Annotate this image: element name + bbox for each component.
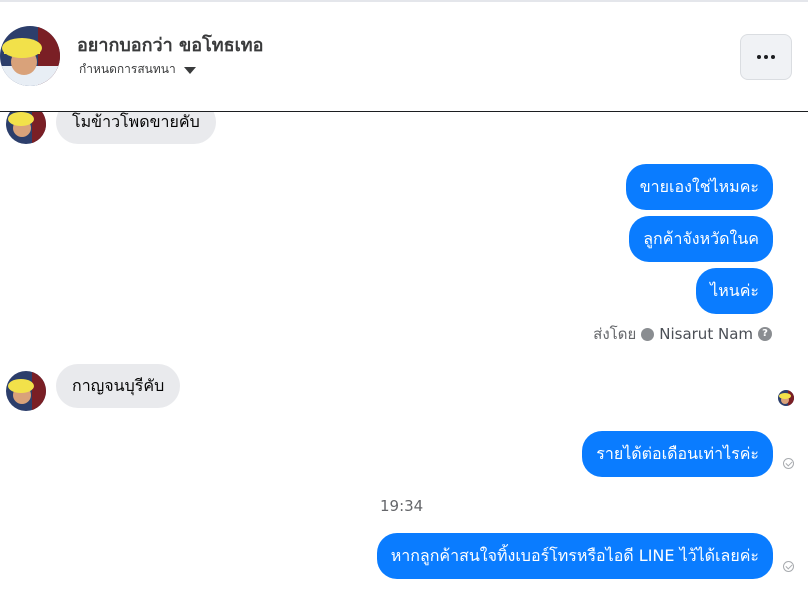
message-bubble-incoming[interactable]: โมข้าวโพดขายคับ xyxy=(56,112,216,144)
top-divider xyxy=(0,0,808,2)
conversation-settings-label: กำหนดการสนทนา xyxy=(79,62,176,76)
sender-avatar[interactable] xyxy=(6,371,46,411)
seen-avatar-icon xyxy=(778,390,794,406)
conversation-settings-dropdown[interactable]: กำหนดการสนทนา xyxy=(79,60,196,79)
message-bubble-outgoing[interactable]: หากลูกค้าสนใจทิ้งเบอร์โทรหรือไอดี LINE ไ… xyxy=(376,533,773,579)
contact-name[interactable]: อยากบอกว่า ขอโทธเทอ xyxy=(77,30,263,59)
message-thread[interactable]: โมข้าวโพดขายคับ ขายเองใช่ไหมคะ ลูกค้าจัง… xyxy=(0,112,808,602)
delivered-check-icon xyxy=(783,458,794,469)
message-bubble-outgoing[interactable]: ไหนค่ะ xyxy=(696,268,773,314)
message-bubble-incoming[interactable]: กาญจนบุรีคับ xyxy=(56,364,181,408)
sender-avatar[interactable] xyxy=(6,112,46,144)
more-dots-icon xyxy=(757,55,775,59)
sent-by-line: ส่งโดย Nisarut Nam ? xyxy=(593,322,772,346)
more-options-button[interactable] xyxy=(740,34,792,80)
help-icon[interactable]: ? xyxy=(758,327,772,341)
message-bubble-outgoing[interactable]: ลูกค้าจังหวัดในค xyxy=(629,216,773,262)
timestamp: 19:34 xyxy=(380,497,424,515)
verified-icon xyxy=(641,327,655,341)
message-bubble-outgoing[interactable]: ขายเองใช่ไหมคะ xyxy=(625,164,773,210)
conversation-header: อยากบอกว่า ขอโทธเทอ กำหนดการสนทนา xyxy=(0,0,808,112)
delivered-check-icon xyxy=(783,561,794,572)
sender-name[interactable]: Nisarut Nam xyxy=(659,325,753,343)
chevron-down-icon xyxy=(183,67,196,74)
sent-by-prefix: ส่งโดย xyxy=(593,325,637,343)
contact-avatar[interactable] xyxy=(0,26,60,86)
message-bubble-outgoing[interactable]: รายได้ต่อเดือนเท่าไรค่ะ xyxy=(582,431,773,477)
